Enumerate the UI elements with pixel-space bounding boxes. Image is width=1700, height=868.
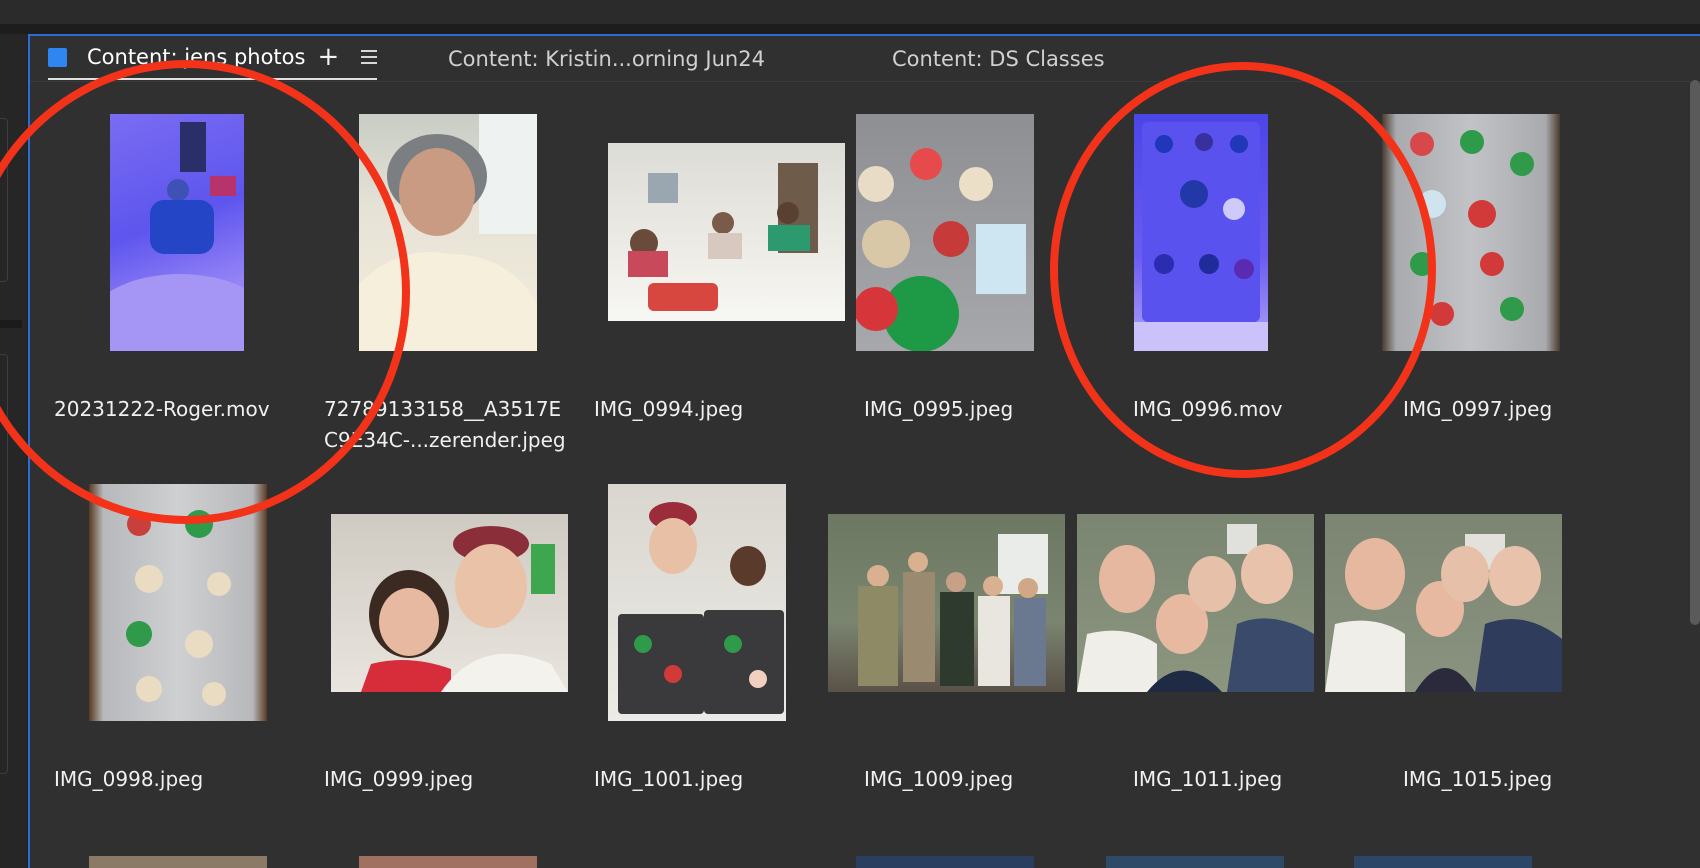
thumbnail-partial[interactable] [856,856,1034,868]
thumbnail-partial[interactable] [359,856,537,868]
panel-gutter [0,24,1700,34]
hamburger-menu-icon[interactable] [361,50,378,64]
thumbnail-img-1009[interactable] [828,514,1065,692]
plus-icon[interactable]: + [317,44,339,70]
video-thumbnail-image [110,122,244,351]
tab-bar: Content: jens photos + Content: Kristin.… [30,36,1700,82]
left-panel-frame [0,118,8,282]
file-name: IMG_0998.jpeg [54,767,204,791]
file-name: IMG_1001.jpeg [594,767,744,791]
thumbnail-img-0997[interactable] [1382,114,1560,351]
scrollbar-thumb[interactable] [1690,80,1700,625]
video-thumbnail-image [1134,122,1268,351]
tab-label: Content: Kristin...orning Jun24 [448,47,765,71]
selfie-group-image [1077,524,1314,692]
thumbnail-img-1001[interactable] [608,484,786,721]
file-name: C9E34C-...zerender.jpeg [324,428,566,452]
tab-kristin-morning[interactable]: Content: Kristin...orning Jun24 [448,36,765,82]
thumbnail-20231222-roger[interactable] [110,114,244,351]
thumbnail-img-1015[interactable] [1325,514,1562,692]
thumbnail-partial[interactable] [89,856,267,868]
file-name: IMG_1015.jpeg [1403,767,1553,791]
thumbnail-img-0999[interactable] [331,514,568,692]
thumbnail-img-0995[interactable] [856,114,1034,351]
cookie-trays-image [618,502,784,714]
file-name: IMG_0997.jpeg [1403,397,1553,421]
cookie-tray-image [126,510,231,706]
content-panel: Content: jens photos + Content: Kristin.… [28,34,1700,868]
cookies-image [856,148,1026,351]
selfie-group-image [1325,534,1562,692]
tab-label: Content: DS Classes [892,47,1105,71]
file-name: IMG_1011.jpeg [1133,767,1283,791]
vertical-scrollbar[interactable] [1690,80,1700,640]
thumbnail-72789133158[interactable] [359,114,537,351]
group-photo-image [858,534,1048,686]
thumbnail-img-1011[interactable] [1077,514,1314,692]
left-panel-edge [0,34,26,868]
portrait-image [359,114,537,351]
file-name: 20231222-Roger.mov [54,397,270,421]
left-panel-frame [0,354,8,774]
file-name: IMG_0995.jpeg [864,397,1014,421]
tab-jens-photos[interactable]: Content: jens photos + [48,36,378,80]
kitchen-image [628,163,818,311]
file-name: IMG_1009.jpeg [864,767,1014,791]
thumbnail-img-0998[interactable] [89,484,267,721]
file-name: IMG_0994.jpeg [594,397,744,421]
file-name: 72789133158__A3517E [324,397,562,421]
file-name: IMG_0999.jpeg [324,767,474,791]
panel-divider[interactable] [0,320,22,328]
file-name: IMG_0996.mov [1133,397,1283,421]
thumbnail-partial[interactable] [1106,856,1284,868]
color-label-square-icon [48,47,67,67]
tab-ds-classes[interactable]: Content: DS Classes [892,36,1105,82]
selfie-image [361,526,568,692]
cookie-tray-image [1410,130,1534,326]
thumbnail-img-0994[interactable] [608,143,845,321]
application-top-bar [0,0,1700,24]
tab-label: Content: jens photos [87,45,306,69]
thumbnail-partial[interactable] [1354,856,1532,868]
thumbnail-img-0996[interactable] [1134,114,1268,351]
